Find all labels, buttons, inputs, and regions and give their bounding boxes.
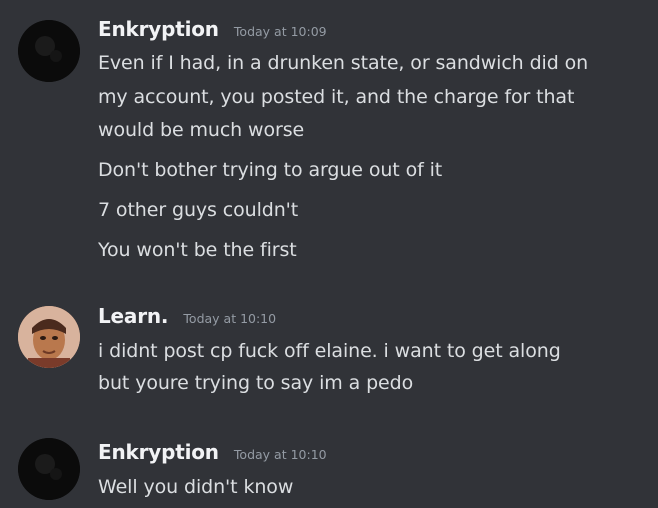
message-header: Enkryption Today at 10:10 — [98, 440, 327, 468]
message-text: but youre trying to say im a pedo — [98, 372, 414, 394]
user-avatar[interactable] — [18, 438, 80, 500]
avatar-image-icon — [18, 20, 80, 82]
message-text: i didnt post cp fuck off elaine. i want … — [98, 340, 561, 362]
message-header: Enkryption Today at 10:09 — [98, 17, 327, 45]
username[interactable]: Learn. — [98, 304, 169, 328]
avatar-image-icon — [18, 438, 80, 500]
message-header: Learn. Today at 10:10 — [98, 304, 276, 332]
username[interactable]: Enkryption — [98, 440, 219, 464]
message-text: Well you didn't know — [98, 476, 294, 498]
message-text: my account, you posted it, and the charg… — [98, 86, 575, 108]
message-text: Even if I had, in a drunken state, or sa… — [98, 52, 589, 74]
message-text: You won't be the first — [98, 239, 297, 261]
user-avatar[interactable] — [18, 20, 80, 82]
message-timestamp[interactable]: Today at 10:10 — [183, 311, 276, 326]
user-avatar[interactable] — [18, 306, 80, 368]
message-timestamp[interactable]: Today at 10:09 — [234, 24, 327, 39]
message-text: 7 other guys couldn't — [98, 199, 299, 221]
chat-message-list: Enkryption Today at 10:09 Even if I had,… — [0, 0, 658, 508]
message-text: would be much worse — [98, 119, 305, 141]
message-timestamp[interactable]: Today at 10:10 — [234, 447, 327, 462]
message-text: Don't bother trying to argue out of it — [98, 159, 443, 181]
username[interactable]: Enkryption — [98, 17, 219, 41]
face-photo-icon — [18, 306, 80, 368]
